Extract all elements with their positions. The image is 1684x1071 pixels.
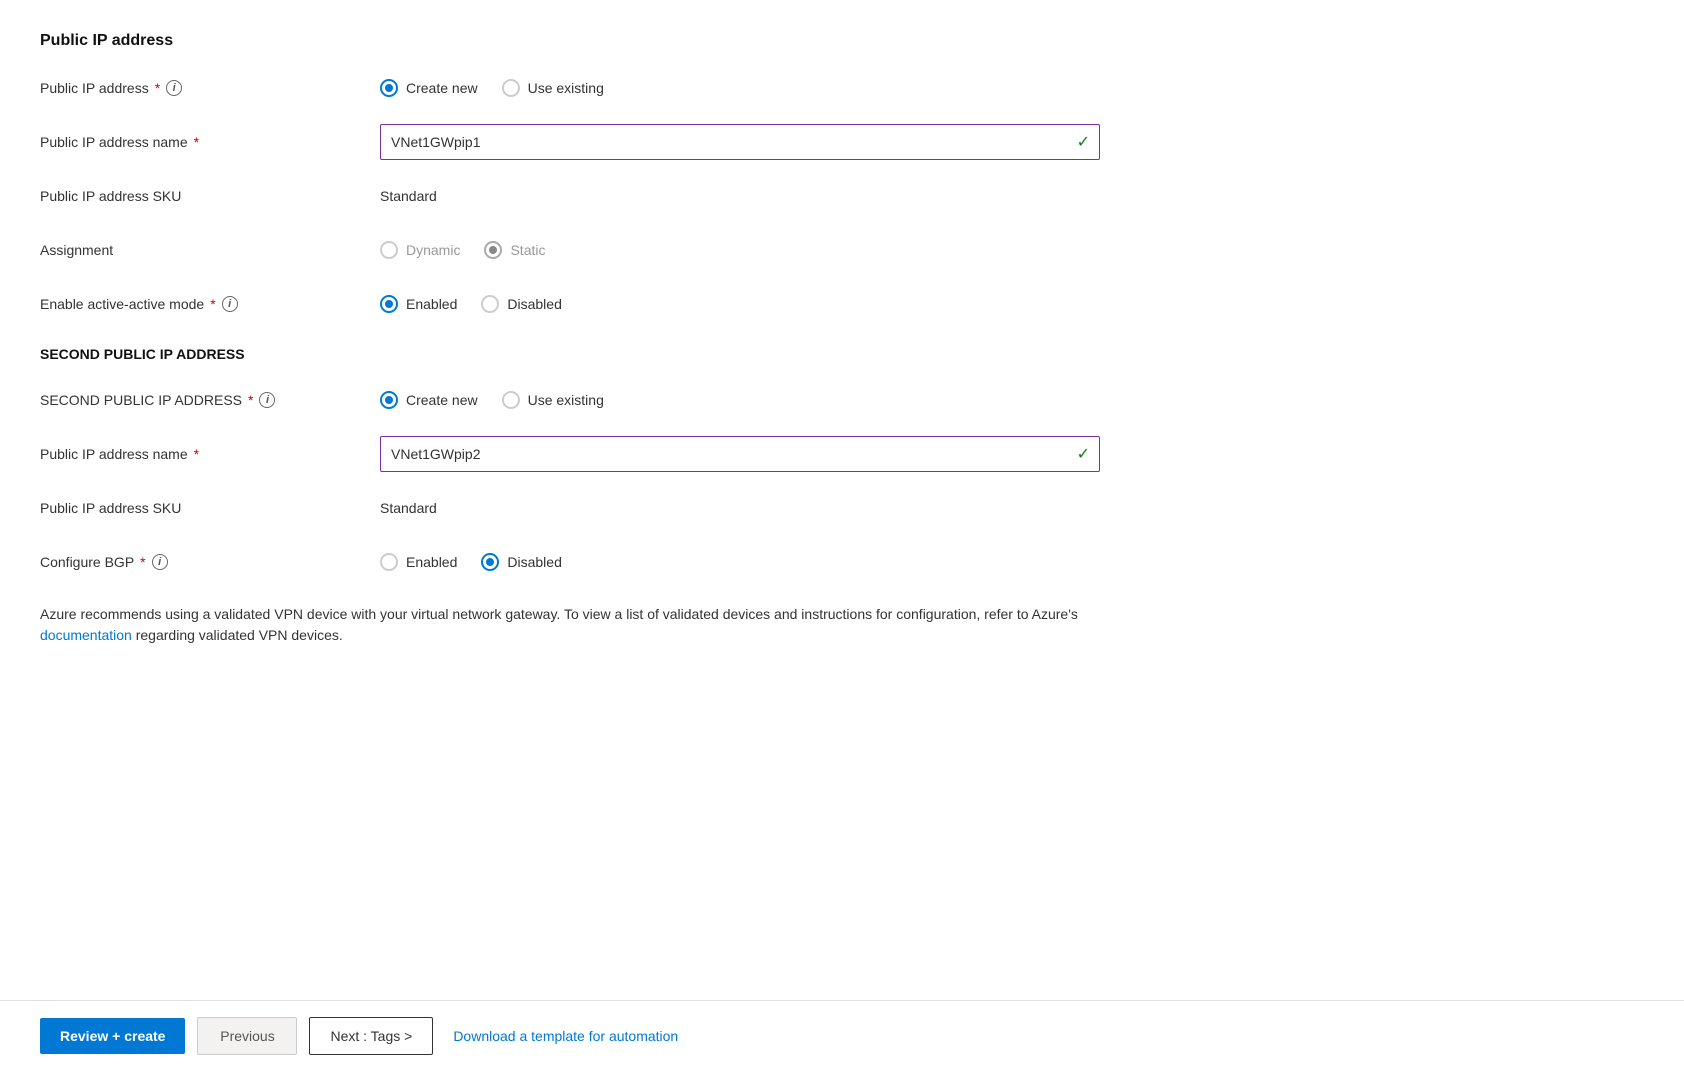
required-star-1: *: [155, 80, 160, 96]
row-public-ip-address: Public IP address * i Create new Use exi…: [40, 70, 1644, 106]
row-second-public-ip: SECOND PUBLIC IP ADDRESS * i Create new …: [40, 382, 1644, 418]
bottom-bar: Review + create Previous Next : Tags > D…: [0, 1000, 1684, 1071]
checkmark-ip-name-1: ✓: [1077, 132, 1090, 152]
radio-circle-bgp-disabled: [481, 553, 499, 571]
radio-use-existing-2[interactable]: Use existing: [502, 391, 604, 409]
radio-group-assignment: Dynamic Static: [380, 241, 545, 259]
radio-create-new-2[interactable]: Create new: [380, 391, 478, 409]
radio-label-static: Static: [510, 242, 545, 258]
required-star-6: *: [140, 554, 145, 570]
control-public-ip-address: Create new Use existing: [380, 79, 1644, 97]
input-wrapper-ip-name-2: ✓: [380, 436, 1100, 472]
input-wrapper-ip-name-1: ✓: [380, 124, 1100, 160]
input-ip-name-1[interactable]: [380, 124, 1100, 160]
checkmark-ip-name-2: ✓: [1077, 444, 1090, 464]
row-configure-bgp: Configure BGP * i Enabled Disabled: [40, 544, 1644, 580]
radio-circle-bgp-enabled: [380, 553, 398, 571]
label-public-ip-sku: Public IP address SKU: [40, 188, 380, 204]
row-public-ip-name: Public IP address name * ✓: [40, 124, 1644, 160]
radio-circle-create-new-1: [380, 79, 398, 97]
radio-circle-dynamic: [380, 241, 398, 259]
info-text-block: Azure recommends using a validated VPN d…: [40, 604, 1140, 646]
section1-title: Public IP address: [40, 32, 1644, 50]
required-star-2: *: [194, 134, 199, 150]
radio-label-disabled-1: Disabled: [507, 296, 561, 312]
radio-circle-disabled-1: [481, 295, 499, 313]
row-second-ip-sku: Public IP address SKU Standard: [40, 490, 1644, 526]
info-text-prefix: Azure recommends using a validated VPN d…: [40, 606, 1078, 622]
info-icon-second-ip[interactable]: i: [259, 392, 275, 408]
section2: SECOND PUBLIC IP ADDRESS SECOND PUBLIC I…: [40, 346, 1644, 580]
radio-circle-create-new-2: [380, 391, 398, 409]
info-icon-bgp[interactable]: i: [152, 554, 168, 570]
radio-group-bgp: Enabled Disabled: [380, 553, 562, 571]
section2-title: SECOND PUBLIC IP ADDRESS: [40, 346, 1644, 362]
control-second-public-ip: Create new Use existing: [380, 391, 1644, 409]
download-template-link[interactable]: Download a template for automation: [445, 1018, 686, 1054]
control-public-ip-sku: Standard: [380, 188, 1644, 204]
radio-group-second-ip: Create new Use existing: [380, 391, 604, 409]
radio-circle-static: [484, 241, 502, 259]
info-text-suffix: regarding validated VPN devices.: [132, 627, 343, 643]
control-assignment: Dynamic Static: [380, 241, 1644, 259]
radio-use-existing-1[interactable]: Use existing: [502, 79, 604, 97]
value-public-ip-sku: Standard: [380, 188, 437, 204]
radio-bgp-enabled[interactable]: Enabled: [380, 553, 457, 571]
radio-label-create-new-1: Create new: [406, 80, 478, 96]
row-second-ip-name: Public IP address name * ✓: [40, 436, 1644, 472]
radio-label-dynamic: Dynamic: [406, 242, 460, 258]
label-active-active: Enable active-active mode * i: [40, 296, 380, 312]
label-assignment: Assignment: [40, 242, 380, 258]
row-active-active: Enable active-active mode * i Enabled Di…: [40, 286, 1644, 322]
label-second-ip-sku: Public IP address SKU: [40, 500, 380, 516]
review-create-button[interactable]: Review + create: [40, 1018, 185, 1054]
radio-circle-enabled-1: [380, 295, 398, 313]
radio-enabled-1[interactable]: Enabled: [380, 295, 457, 313]
radio-bgp-disabled[interactable]: Disabled: [481, 553, 561, 571]
control-second-ip-name: ✓: [380, 436, 1644, 472]
info-icon-public-ip[interactable]: i: [166, 80, 182, 96]
next-button[interactable]: Next : Tags >: [309, 1017, 433, 1055]
required-star-3: *: [210, 296, 215, 312]
radio-group-public-ip: Create new Use existing: [380, 79, 604, 97]
radio-static[interactable]: Static: [484, 241, 545, 259]
radio-circle-use-existing-2: [502, 391, 520, 409]
row-assignment: Assignment Dynamic Static: [40, 232, 1644, 268]
input-ip-name-2[interactable]: [380, 436, 1100, 472]
radio-dynamic[interactable]: Dynamic: [380, 241, 460, 259]
radio-disabled-1[interactable]: Disabled: [481, 295, 561, 313]
label-second-public-ip: SECOND PUBLIC IP ADDRESS * i: [40, 392, 380, 408]
required-star-4: *: [248, 392, 253, 408]
radio-label-use-existing-2: Use existing: [528, 392, 604, 408]
section1: Public IP address Public IP address * i …: [40, 32, 1644, 322]
control-configure-bgp: Enabled Disabled: [380, 553, 1644, 571]
radio-create-new-1[interactable]: Create new: [380, 79, 478, 97]
value-second-ip-sku: Standard: [380, 500, 437, 516]
control-second-ip-sku: Standard: [380, 500, 1644, 516]
radio-label-create-new-2: Create new: [406, 392, 478, 408]
info-icon-active-active[interactable]: i: [222, 296, 238, 312]
previous-button[interactable]: Previous: [197, 1017, 297, 1055]
documentation-link[interactable]: documentation: [40, 627, 132, 643]
radio-label-bgp-enabled: Enabled: [406, 554, 457, 570]
page-container: Public IP address Public IP address * i …: [0, 0, 1684, 1071]
label-second-ip-name: Public IP address name *: [40, 446, 380, 462]
label-configure-bgp: Configure BGP * i: [40, 554, 380, 570]
control-active-active: Enabled Disabled: [380, 295, 1644, 313]
content-area: Public IP address Public IP address * i …: [0, 0, 1684, 1000]
radio-label-bgp-disabled: Disabled: [507, 554, 561, 570]
radio-circle-use-existing-1: [502, 79, 520, 97]
label-public-ip-name: Public IP address name *: [40, 134, 380, 150]
radio-label-use-existing-1: Use existing: [528, 80, 604, 96]
radio-label-enabled-1: Enabled: [406, 296, 457, 312]
radio-group-active-active: Enabled Disabled: [380, 295, 562, 313]
label-public-ip-address: Public IP address * i: [40, 80, 380, 96]
required-star-5: *: [194, 446, 199, 462]
control-public-ip-name: ✓: [380, 124, 1644, 160]
row-public-ip-sku: Public IP address SKU Standard: [40, 178, 1644, 214]
